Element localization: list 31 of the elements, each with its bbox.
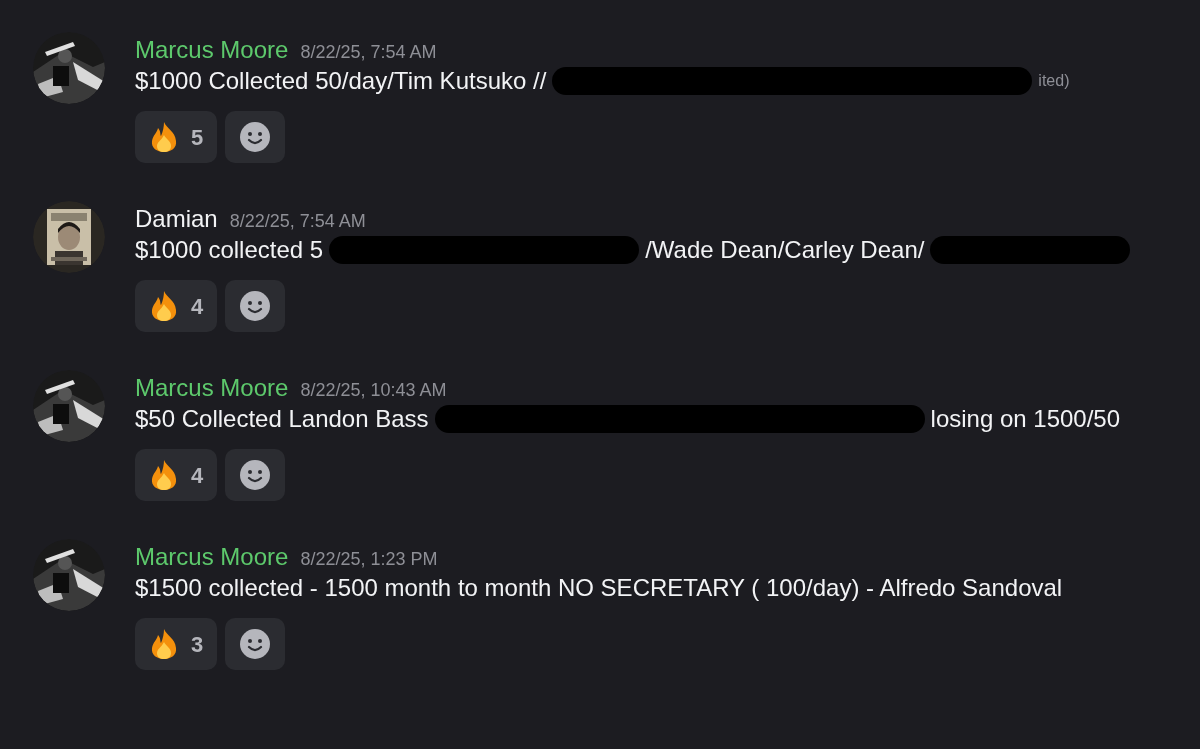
author-name[interactable]: Marcus Moore: [135, 539, 289, 575]
fire-icon: [149, 459, 179, 491]
author-name[interactable]: Marcus Moore: [135, 370, 289, 406]
message-text: /Wade Dean/Carley Dean/: [645, 235, 925, 265]
reaction-button[interactable]: 5: [135, 111, 218, 163]
message-text: $1500 collected - 1500 month to month NO SECRETARY ( 100/day) - Alfredo Sandoval: [135, 573, 1063, 603]
edited-label: ited): [1038, 71, 1070, 91]
message-text: $1000 Collected 50/day/Tim Kutsuko //: [135, 66, 547, 96]
reaction-button[interactable]: 4: [135, 449, 218, 501]
timestamp: 8/22/25, 7:54 AM: [300, 41, 437, 64]
message-text: $1000 collected 5: [135, 235, 324, 265]
reaction-button[interactable]: 4: [135, 280, 218, 332]
add-reaction-button[interactable]: [225, 449, 286, 501]
smiley-icon: [240, 122, 271, 152]
timestamp: 8/22/25, 10:43 AM: [300, 379, 447, 402]
reaction-button[interactable]: 3: [135, 618, 218, 670]
timestamp: 8/22/25, 1:23 PM: [300, 548, 438, 571]
add-reaction-button[interactable]: [225, 618, 286, 670]
add-reaction-button[interactable]: [225, 111, 286, 163]
add-reaction-button[interactable]: [225, 280, 286, 332]
fire-icon: [149, 628, 179, 660]
message-text: losing on 1500/50: [930, 404, 1121, 434]
smiley-icon: [240, 460, 271, 490]
fire-icon: [149, 290, 179, 322]
smiley-icon: [240, 291, 271, 321]
smiley-icon: [240, 629, 271, 659]
author-name[interactable]: Marcus Moore: [135, 32, 289, 68]
fire-icon: [149, 121, 179, 153]
timestamp: 8/22/25, 7:54 AM: [229, 210, 366, 233]
message-text: $50 Collected Landon Bass: [135, 404, 429, 434]
author-name[interactable]: Damian: [135, 201, 218, 237]
